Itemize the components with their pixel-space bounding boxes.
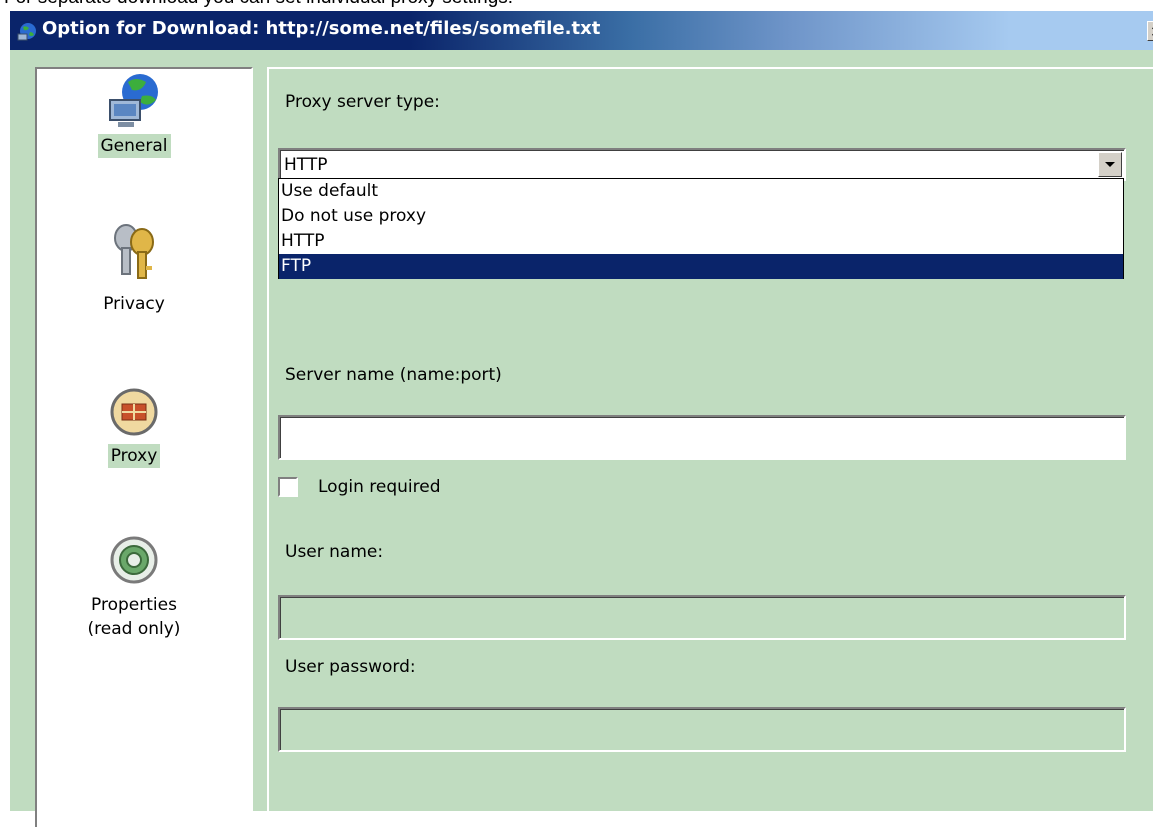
properties-icon bbox=[110, 536, 158, 584]
user-password-label: User password: bbox=[285, 657, 416, 677]
proxy-type-dropdown: Use default Do not use proxy HTTP FTP bbox=[278, 178, 1124, 279]
server-name-label: Server name (name:port) bbox=[285, 365, 502, 385]
login-required-label: Login required bbox=[318, 477, 441, 497]
sidebar-item-label: Proxy bbox=[107, 444, 161, 468]
login-required-checkbox[interactable] bbox=[278, 477, 298, 497]
close-button[interactable]: × bbox=[1147, 21, 1153, 41]
globe-computer-icon bbox=[109, 74, 158, 127]
proxy-type-value: HTTP bbox=[284, 155, 328, 175]
title-bar[interactable]: Option for Download: http://some.net/fil… bbox=[10, 11, 1153, 50]
dropdown-option-use-default[interactable]: Use default bbox=[279, 179, 1123, 204]
user-name-field[interactable] bbox=[278, 595, 1126, 640]
chevron-down-icon[interactable] bbox=[1098, 152, 1122, 177]
dropdown-option-no-proxy[interactable]: Do not use proxy bbox=[279, 204, 1123, 229]
sidebar-item-proxy[interactable]: Proxy bbox=[27, 380, 241, 468]
dropdown-option-ftp[interactable]: FTP bbox=[279, 254, 1123, 279]
dropdown-option-http[interactable]: HTTP bbox=[279, 229, 1123, 254]
page-caption: For separate download you can set indivi… bbox=[4, 0, 1153, 8]
window-title: Option for Download: http://some.net/fil… bbox=[42, 18, 601, 39]
server-name-field[interactable] bbox=[278, 415, 1126, 460]
sidebar-item-label: General bbox=[97, 134, 171, 158]
sidebar-item-privacy[interactable]: Privacy bbox=[27, 220, 241, 316]
app-globe-icon bbox=[17, 23, 36, 41]
sidebar-item-label: Privacy bbox=[103, 294, 165, 314]
proxy-type-label: Proxy server type: bbox=[285, 92, 440, 112]
proxy-type-select[interactable]: HTTP bbox=[278, 148, 1126, 181]
sidebar-item-general[interactable]: General bbox=[27, 70, 241, 158]
sidebar-item-properties[interactable]: Properties (read only) bbox=[27, 528, 241, 642]
keys-icon bbox=[114, 224, 154, 279]
sidebar-item-label: Properties (read only) bbox=[87, 595, 181, 639]
user-password-field[interactable] bbox=[278, 707, 1126, 752]
user-name-label: User name: bbox=[285, 542, 384, 562]
proxy-icon bbox=[110, 388, 158, 436]
